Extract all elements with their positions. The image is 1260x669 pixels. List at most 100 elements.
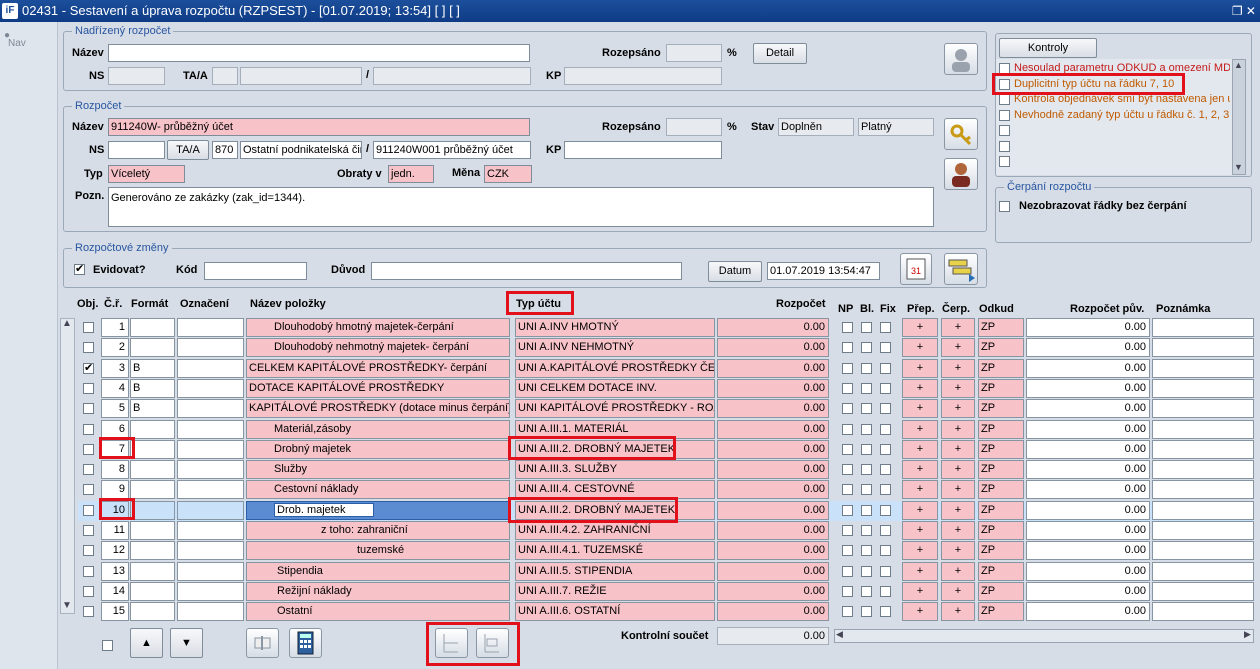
row-poznamka[interactable] <box>1152 399 1254 419</box>
row-nazev[interactable]: tuzemské <box>246 541 510 561</box>
nav-label[interactable]: ● Nav <box>4 30 26 49</box>
row-nazev[interactable]: Ostatní <box>246 602 510 622</box>
row-prep-button[interactable]: + <box>902 378 938 398</box>
row-cerp-button[interactable]: + <box>941 460 975 480</box>
row-cerp-button[interactable]: + <box>941 602 975 622</box>
row-fix-checkbox[interactable] <box>880 443 891 455</box>
row-typ[interactable]: UNI A.III.4.1. TUZEMSKÉ <box>515 541 715 561</box>
row-cr[interactable]: 5 <box>101 399 129 419</box>
row-rozpocet[interactable]: 0.00 <box>717 480 829 500</box>
row-cr[interactable]: 11 <box>101 521 129 540</box>
row-cerp-button[interactable]: + <box>941 480 975 500</box>
obraty-field[interactable]: jedn. <box>388 165 434 183</box>
move-up-button[interactable]: ▲ <box>130 628 163 658</box>
row-odkud[interactable]: ZP <box>978 541 1024 561</box>
row-nazev[interactable]: Dlouhodobý nehmotný majetek- čerpání <box>246 338 510 358</box>
row-poznamka[interactable] <box>1152 602 1254 622</box>
row-obj-checkbox[interactable] <box>83 585 94 597</box>
row-rozpocet[interactable]: 0.00 <box>717 500 829 520</box>
row-oznaceni[interactable] <box>177 318 244 337</box>
duvod-field[interactable] <box>371 262 682 280</box>
row-obj-checkbox[interactable] <box>83 565 94 577</box>
row-cr[interactable]: 4 <box>101 378 129 398</box>
row-oznaceni[interactable] <box>177 399 244 419</box>
row-fix-checkbox[interactable] <box>880 565 891 577</box>
row-cr[interactable]: 14 <box>101 581 129 601</box>
kontroly-checkbox[interactable] <box>999 156 1010 167</box>
row-np-checkbox[interactable] <box>842 423 853 435</box>
row-rozpocet[interactable]: 0.00 <box>717 358 829 378</box>
row-fix-checkbox[interactable] <box>880 606 891 618</box>
row-fix-checkbox[interactable] <box>880 525 891 536</box>
row-fix-checkbox[interactable] <box>880 504 891 516</box>
row-rozpocet-puv[interactable]: 0.00 <box>1026 521 1150 540</box>
table-scroll-up-icon[interactable]: ▲ <box>62 318 72 329</box>
footer-checkbox[interactable] <box>102 640 113 651</box>
row-typ[interactable]: UNI KAPITÁLOVÉ PROSTŘEDKY - ROZD <box>515 399 715 419</box>
row-poznamka[interactable] <box>1152 419 1254 439</box>
row-np-checkbox[interactable] <box>842 443 853 455</box>
nadrizeny-nazev-field[interactable] <box>108 44 530 62</box>
row-format[interactable]: B <box>130 358 175 378</box>
row-prep-button[interactable]: + <box>902 480 938 500</box>
row-format[interactable] <box>130 521 175 540</box>
row-odkud[interactable]: ZP <box>978 480 1024 500</box>
rozpocet-nazev-field[interactable]: 911240W- průběžný účet <box>108 118 530 136</box>
row-rozpocet[interactable]: 0.00 <box>717 419 829 439</box>
row-typ[interactable]: UNI A.III.4.2. ZAHRANIČNÍ <box>515 521 715 540</box>
row-prep-button[interactable]: + <box>902 439 938 459</box>
tree-indent-icon[interactable] <box>435 628 468 658</box>
row-np-checkbox[interactable] <box>842 606 853 618</box>
scroll-left-icon[interactable]: ◀ <box>836 629 843 640</box>
nav-panel[interactable]: ● Nav <box>0 22 58 669</box>
row-fix-checkbox[interactable] <box>880 464 891 476</box>
scroll-down-icon[interactable]: ▼ <box>1234 162 1243 172</box>
row-np-checkbox[interactable] <box>842 585 853 597</box>
row-fix-checkbox[interactable] <box>880 423 891 435</box>
person-gray-icon[interactable] <box>944 43 978 75</box>
restore-icon[interactable]: ❐ ✕ <box>1232 0 1256 22</box>
row-obj-checkbox[interactable] <box>83 484 94 496</box>
row-format[interactable]: B <box>130 399 175 419</box>
row-cr[interactable]: 9 <box>101 480 129 500</box>
pozn-field[interactable]: Generováno ze zakázky (zak_id=1344). <box>108 187 934 227</box>
kontroly-scrollbar[interactable] <box>1232 59 1246 175</box>
row-prep-button[interactable]: + <box>902 338 938 358</box>
table-scroll-down-icon[interactable]: ▼ <box>62 600 72 611</box>
row-odkud[interactable]: ZP <box>978 378 1024 398</box>
row-oznaceni[interactable] <box>177 338 244 358</box>
row-format[interactable] <box>130 419 175 439</box>
row-nazev[interactable]: Materiál,zásoby <box>246 419 510 439</box>
row-bl-checkbox[interactable] <box>861 464 872 476</box>
row-oznaceni[interactable] <box>177 460 244 480</box>
rozpocet-kp-field[interactable] <box>564 141 722 159</box>
row-prep-button[interactable]: + <box>902 602 938 622</box>
row-prep-button[interactable]: + <box>902 460 938 480</box>
row-obj-checkbox[interactable] <box>83 322 94 333</box>
row-obj-checkbox[interactable] <box>83 606 94 618</box>
row-cerp-button[interactable]: + <box>941 318 975 337</box>
row-fix-checkbox[interactable] <box>880 382 891 394</box>
row-rozpocet-puv[interactable]: 0.00 <box>1026 602 1150 622</box>
row-fix-checkbox[interactable] <box>880 585 891 597</box>
kod-field[interactable] <box>204 262 307 280</box>
row-rozpocet-puv[interactable]: 0.00 <box>1026 541 1150 561</box>
row-odkud[interactable]: ZP <box>978 581 1024 601</box>
row-oznaceni[interactable] <box>177 439 244 459</box>
row-poznamka[interactable] <box>1152 561 1254 581</box>
kontroly-checkbox[interactable] <box>999 125 1010 136</box>
row-typ[interactable]: UNI A.III.5. STIPENDIA <box>515 561 715 581</box>
row-oznaceni[interactable] <box>177 419 244 439</box>
insert-row-icon[interactable] <box>246 628 279 658</box>
row-prep-button[interactable]: + <box>902 521 938 540</box>
row-odkud[interactable]: ZP <box>978 318 1024 337</box>
row-format[interactable] <box>130 480 175 500</box>
scroll-up-icon[interactable]: ▲ <box>1234 60 1243 70</box>
row-rozpocet-puv[interactable]: 0.00 <box>1026 378 1150 398</box>
typ-field[interactable]: Víceletý <box>108 165 185 183</box>
row-np-checkbox[interactable] <box>842 362 853 374</box>
row-cr[interactable]: 6 <box>101 419 129 439</box>
row-odkud[interactable]: ZP <box>978 358 1024 378</box>
row-nazev[interactable]: KAPITÁLOVÉ PROSTŘEDKY (dotace minus čerp… <box>246 399 510 419</box>
row-rozpocet[interactable]: 0.00 <box>717 378 829 398</box>
